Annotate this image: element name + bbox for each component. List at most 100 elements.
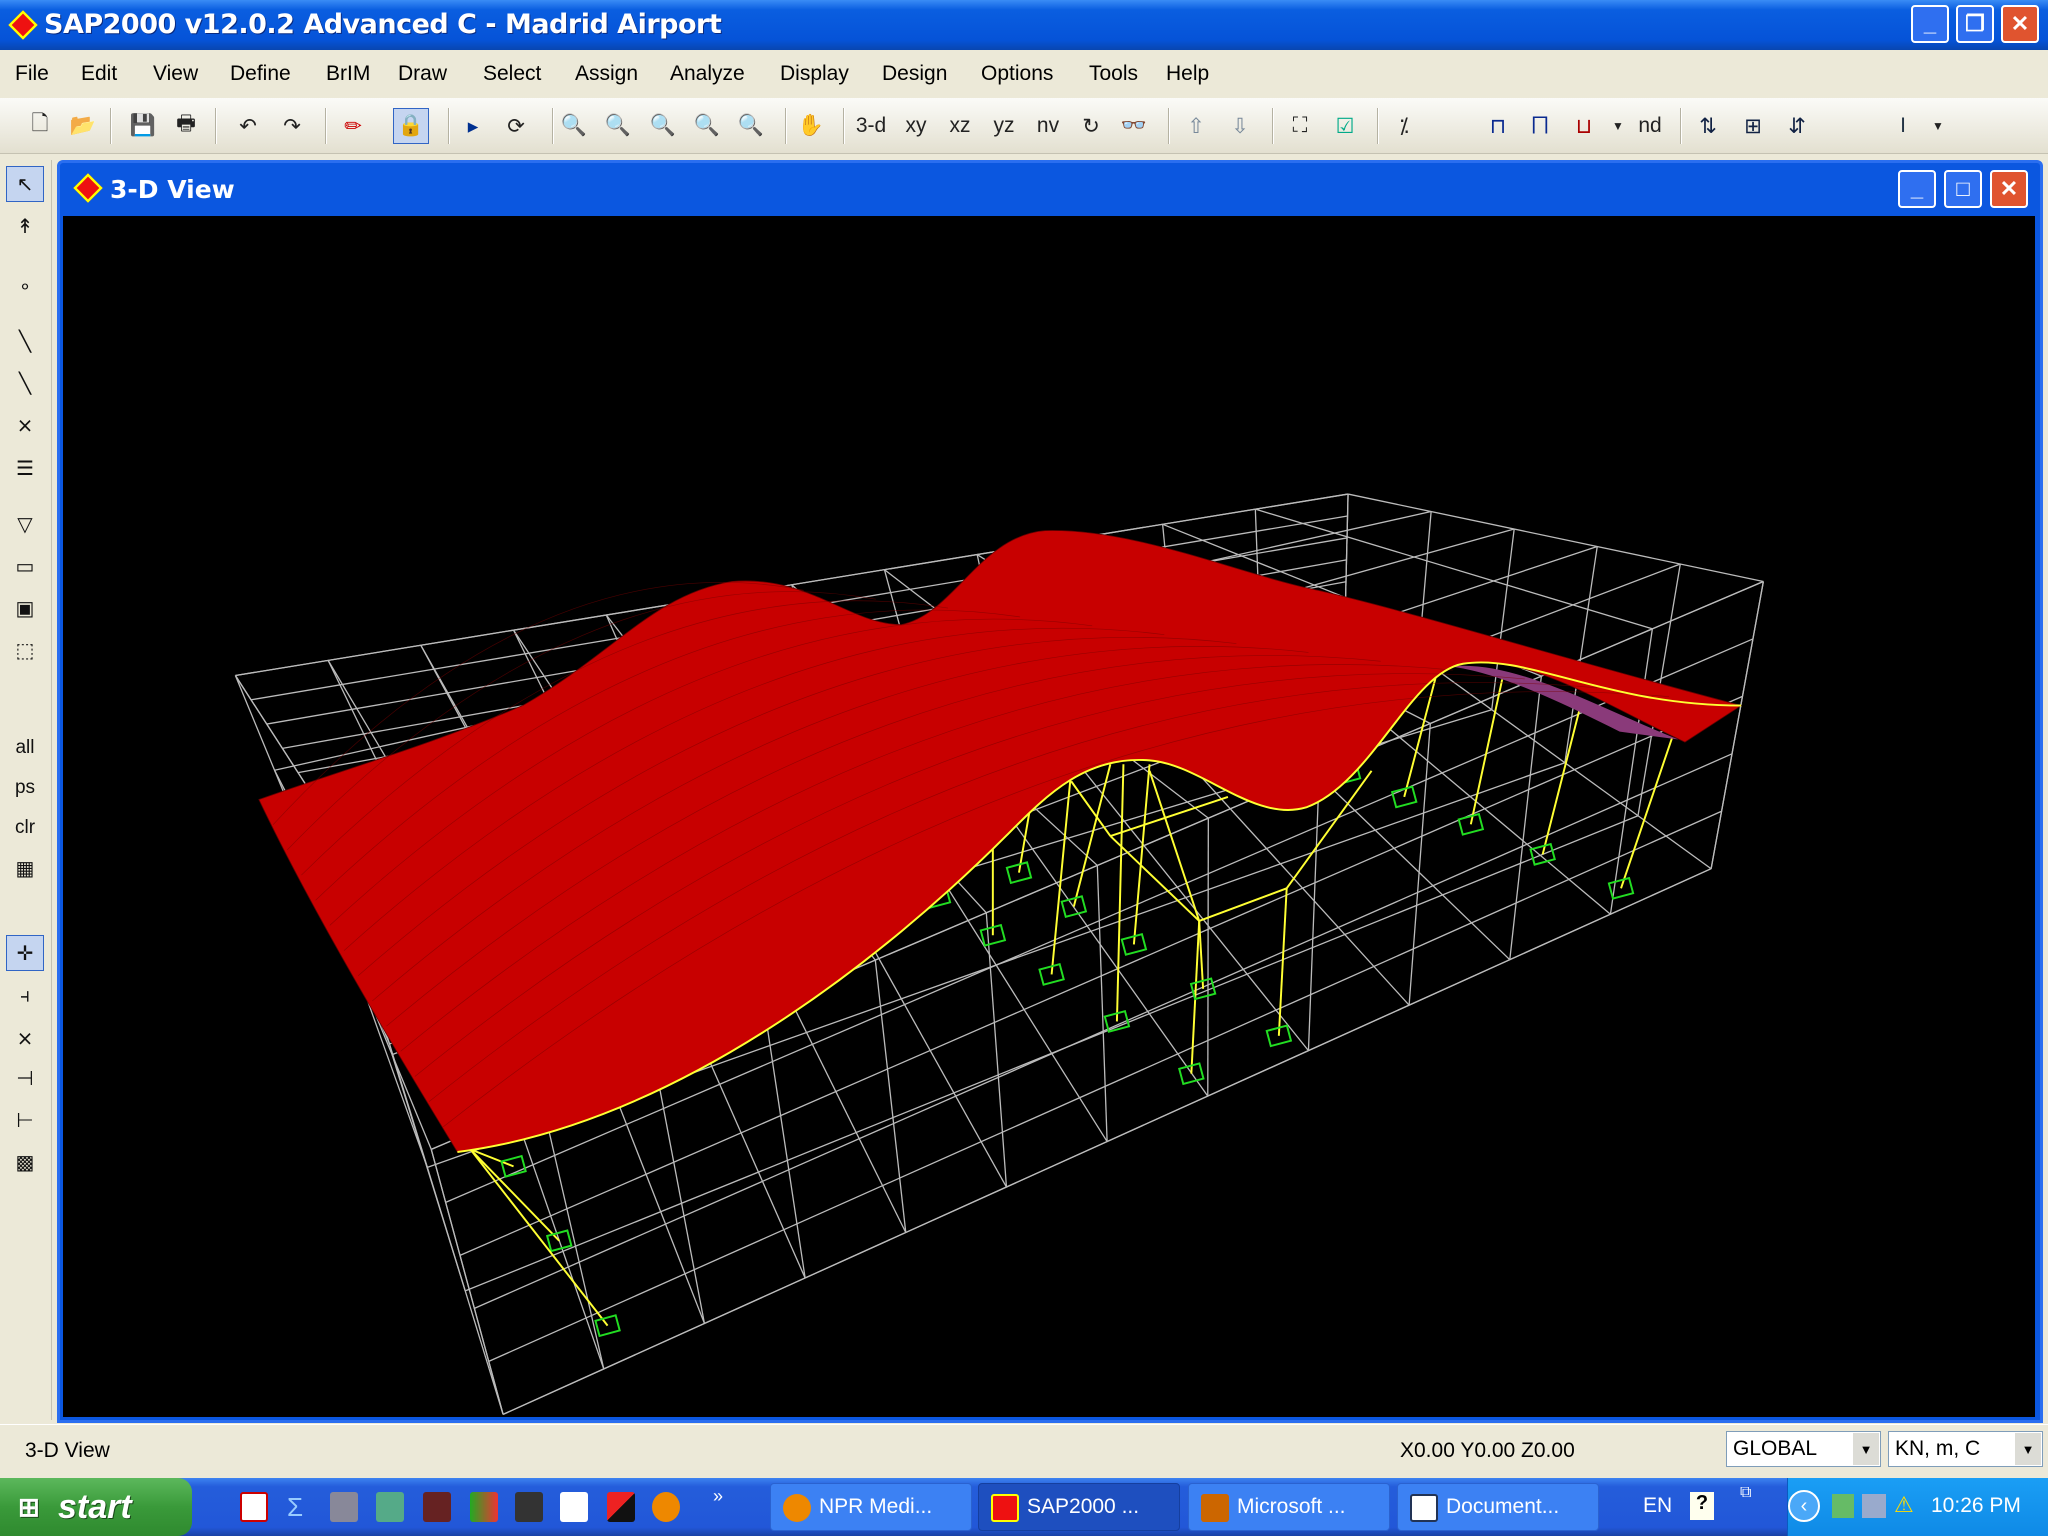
window-icon[interactable] bbox=[560, 1492, 588, 1522]
model-canvas[interactable] bbox=[63, 216, 2035, 1417]
zoom-previous-icon[interactable]: 🔍 bbox=[645, 108, 681, 144]
select-all-button[interactable]: all bbox=[6, 730, 44, 766]
pan-hand-icon[interactable]: ✋ bbox=[793, 108, 829, 144]
units-select[interactable]: KN, m, C ▼ bbox=[1888, 1431, 2043, 1467]
restore-button[interactable]: ❐ bbox=[1956, 5, 1994, 43]
pencil-icon[interactable]: ✏ bbox=[335, 108, 371, 144]
draw-poly-area-icon[interactable]: ▽ bbox=[6, 506, 44, 542]
zoom-window-icon[interactable]: 🔍 bbox=[556, 108, 592, 144]
coord-system-select[interactable]: GLOBAL ▼ bbox=[1726, 1431, 1881, 1467]
view-3d-button[interactable]: 3-d bbox=[853, 108, 889, 144]
run-analysis-icon[interactable]: ▸ bbox=[455, 108, 491, 144]
snap-grid-icon[interactable]: ▩ bbox=[6, 1144, 44, 1180]
perspective-glasses-icon[interactable]: 👓 bbox=[1116, 108, 1152, 144]
clock[interactable]: 10:26 PM bbox=[1931, 1494, 2021, 1518]
quick-draw-area-icon[interactable]: ▣ bbox=[6, 590, 44, 626]
save-icon[interactable]: 💾 bbox=[125, 108, 161, 144]
view-xz-button[interactable]: xz bbox=[942, 108, 978, 144]
draw-solid-icon[interactable]: ⬚ bbox=[6, 632, 44, 668]
warning-icon[interactable]: ⚠ bbox=[1894, 1492, 1914, 1518]
check-box-icon[interactable]: ☑ bbox=[1327, 108, 1363, 144]
start-button[interactable]: ⊞ start bbox=[0, 1478, 192, 1536]
menu-brim[interactable]: BrIM bbox=[326, 62, 370, 86]
snap-intersections-icon[interactable]: ⨯ bbox=[6, 1020, 44, 1056]
select-objects-icon[interactable]: ⛶ bbox=[1282, 108, 1318, 144]
task-sap2000[interactable]: SAP2000 ... bbox=[978, 1483, 1180, 1531]
undo-icon[interactable]: ↶ bbox=[230, 108, 266, 144]
menu-help[interactable]: Help bbox=[1166, 62, 1209, 86]
3d-model-viewport[interactable] bbox=[63, 216, 2035, 1417]
child-close-button[interactable]: ✕ bbox=[1990, 170, 2028, 208]
firefox-icon[interactable] bbox=[652, 1492, 680, 1522]
area-loads-icon[interactable]: ⇵ bbox=[1779, 108, 1815, 144]
network-tray-icon[interactable] bbox=[1862, 1494, 1886, 1518]
draw-secondary-icon[interactable]: ☰ bbox=[6, 450, 44, 486]
zoom-restore-icon[interactable]: 🔍 bbox=[600, 108, 636, 144]
sap2000-app-icon[interactable] bbox=[8, 10, 38, 40]
reshaper-icon[interactable]: ↟ bbox=[6, 208, 44, 244]
menu-design[interactable]: Design bbox=[882, 62, 947, 86]
menu-options[interactable]: Options bbox=[981, 62, 1053, 86]
menu-define[interactable]: Define bbox=[230, 62, 291, 86]
lock-icon[interactable]: 🔒 bbox=[393, 108, 429, 144]
more-chevron-icon[interactable]: » bbox=[713, 1486, 723, 1507]
child-maximize-button[interactable]: □ bbox=[1944, 170, 1982, 208]
section-i-icon[interactable]: Ι bbox=[1885, 108, 1921, 144]
help-icon[interactable]: ? bbox=[1690, 1492, 1714, 1520]
clear-selection-button[interactable]: clr bbox=[6, 810, 44, 846]
snap-ends-icon[interactable]: ⫞ bbox=[6, 978, 44, 1014]
dropdown-arrow-icon[interactable]: ▼ bbox=[1920, 108, 1956, 144]
quick-draw-frame-icon[interactable]: ╲ bbox=[6, 365, 44, 401]
dropdown-arrow-icon[interactable]: ▼ bbox=[1600, 108, 1636, 144]
view-nv-button[interactable]: nv bbox=[1030, 108, 1066, 144]
autocad-icon[interactable] bbox=[607, 1492, 635, 1522]
draw-braces-icon[interactable]: ⨯ bbox=[6, 407, 44, 443]
previous-selection-button[interactable]: ps bbox=[6, 770, 44, 806]
snap-points-icon[interactable]: ✛ bbox=[6, 935, 44, 971]
nd-button[interactable]: nd bbox=[1632, 108, 1668, 144]
task-word[interactable]: Document... bbox=[1397, 1483, 1599, 1531]
frame-portal-icon[interactable]: ⊓ bbox=[1480, 108, 1516, 144]
menu-analyze[interactable]: Analyze bbox=[670, 62, 745, 86]
view-yz-button[interactable]: yz bbox=[986, 108, 1022, 144]
task-powerpoint[interactable]: Microsoft ... bbox=[1188, 1483, 1390, 1531]
view-xy-button[interactable]: xy bbox=[898, 108, 934, 144]
network-icon[interactable] bbox=[330, 1492, 358, 1522]
tray-app-icon[interactable] bbox=[1832, 1494, 1854, 1518]
snap-perpendicular-icon[interactable]: ⊣ bbox=[6, 1060, 44, 1096]
tray-expand-icon[interactable]: ‹ bbox=[1788, 1490, 1820, 1522]
frame-loads-icon[interactable]: ⊞ bbox=[1735, 108, 1771, 144]
minimize-button[interactable]: _ bbox=[1911, 5, 1949, 43]
zoom-out-icon[interactable]: 🔍 bbox=[733, 108, 769, 144]
menu-assign[interactable]: Assign bbox=[575, 62, 638, 86]
sigma-icon[interactable]: Σ bbox=[287, 1492, 315, 1522]
menu-display[interactable]: Display bbox=[780, 62, 849, 86]
intersecting-line-icon[interactable]: ▦ bbox=[6, 850, 44, 886]
rotate-view-icon[interactable]: ↻ bbox=[1073, 108, 1109, 144]
menu-view[interactable]: View bbox=[153, 62, 198, 86]
menu-draw[interactable]: Draw bbox=[398, 62, 447, 86]
child-minimize-button[interactable]: _ bbox=[1898, 170, 1936, 208]
restore-tray-icon[interactable]: ⧉ bbox=[1740, 1484, 1751, 1502]
print-icon[interactable]: 🖶 bbox=[168, 108, 204, 144]
joint-loads-icon[interactable]: ⇅ bbox=[1690, 108, 1726, 144]
pointer-icon[interactable]: ↖ bbox=[6, 166, 44, 202]
explorer-icon[interactable] bbox=[376, 1492, 404, 1522]
menu-tools[interactable]: Tools bbox=[1089, 62, 1138, 86]
media-icon[interactable] bbox=[423, 1492, 451, 1522]
task-npr[interactable]: NPR Medi... bbox=[770, 1483, 972, 1531]
move-up-icon[interactable]: ⇧ bbox=[1178, 108, 1214, 144]
menu-file[interactable]: File bbox=[15, 62, 49, 86]
frame-deformed-icon[interactable]: ⊔ bbox=[1566, 108, 1602, 144]
app-icon[interactable] bbox=[470, 1492, 498, 1522]
calculator-icon[interactable] bbox=[515, 1492, 543, 1522]
zoom-in-icon[interactable]: 🔍 bbox=[689, 108, 725, 144]
open-folder-icon[interactable]: 📂 bbox=[65, 108, 101, 144]
refresh-view-icon[interactable]: ⟳ bbox=[498, 108, 534, 144]
draw-joint-icon[interactable]: ∘ bbox=[6, 268, 44, 304]
draw-frame-icon[interactable]: ╲ bbox=[6, 323, 44, 359]
sap2000-window-icon[interactable] bbox=[73, 173, 103, 203]
acrobat-icon[interactable] bbox=[240, 1492, 268, 1522]
language-indicator[interactable]: EN bbox=[1643, 1494, 1672, 1518]
new-file-icon[interactable]: 🗋 bbox=[22, 108, 58, 144]
